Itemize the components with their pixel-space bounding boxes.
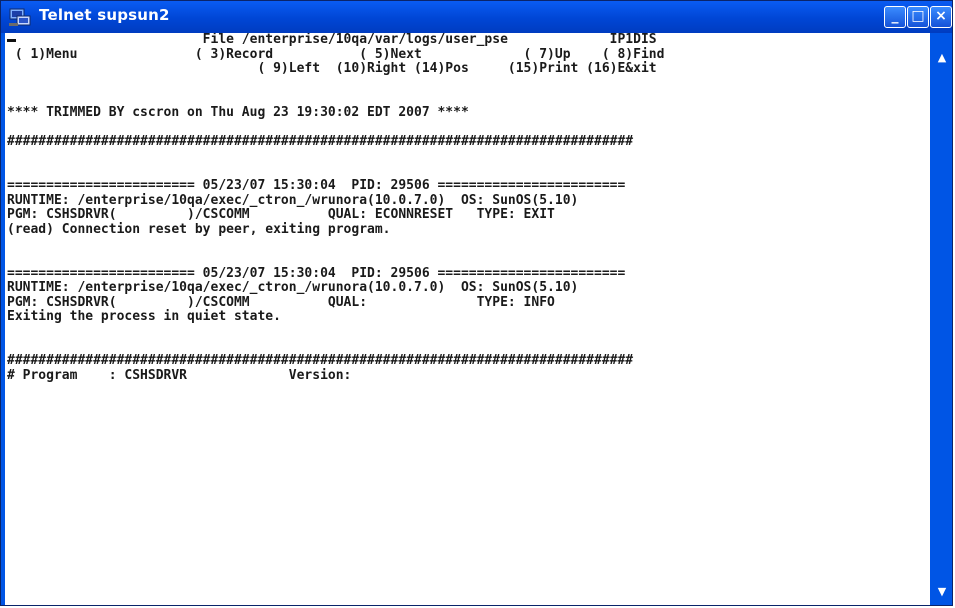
telnet-window: Telnet supsun2 _ □ × File /enterprise/10… xyxy=(0,0,953,606)
minimize-button[interactable]: _ xyxy=(884,6,906,28)
terminal-line: (read) Connection reset by peer, exiting… xyxy=(7,221,391,237)
title-bar[interactable]: Telnet supsun2 _ □ × xyxy=(1,1,952,33)
window-title: Telnet supsun2 xyxy=(39,6,170,24)
terminal-line: **** TRIMMED BY cscron on Thu Aug 23 19:… xyxy=(7,104,469,120)
terminal-line: ( 1)Menu ( 3)Record ( 5)Next ( 7)Up ( 8)… xyxy=(7,46,665,62)
terminal-line: PGM: CSHSDRVR( )/CSCOMM QUAL: ECONNRESET… xyxy=(7,207,555,223)
terminal-line: RUNTIME: /enterprise/10qa/exec/_ctron_/w… xyxy=(7,192,579,208)
terminal-line: ( 9)Left (10)Right (14)Pos (15)Print (16… xyxy=(7,61,657,77)
terminal-line: File /enterprise/10qa/var/logs/user_pse … xyxy=(7,33,657,47)
terminal-line: ======================== 05/23/07 15:30:… xyxy=(7,177,626,193)
terminal-line: ########################################… xyxy=(7,134,634,150)
telnet-app-icon xyxy=(9,8,31,26)
scroll-down-icon[interactable]: ▼ xyxy=(932,585,952,599)
terminal-line: RUNTIME: /enterprise/10qa/exec/_ctron_/w… xyxy=(7,280,579,296)
close-button[interactable]: × xyxy=(930,6,952,28)
vertical-scrollbar[interactable]: ▲ ▼ xyxy=(932,33,952,605)
terminal-screen[interactable]: File /enterprise/10qa/var/logs/user_pse … xyxy=(5,33,930,605)
terminal-line: # Program : CSHSDRVR Version: xyxy=(7,367,352,383)
terminal-line: Exiting the process in quiet state. xyxy=(7,309,281,325)
terminal-line: ======================== 05/23/07 15:30:… xyxy=(7,265,626,281)
terminal-output: File /enterprise/10qa/var/logs/user_pse … xyxy=(7,33,930,383)
scroll-up-icon[interactable]: ▲ xyxy=(932,51,952,65)
terminal-line: PGM: CSHSDRVR( )/CSCOMM QUAL: TYPE: INFO xyxy=(7,294,555,310)
terminal-line: ########################################… xyxy=(7,353,634,369)
maximize-button[interactable]: □ xyxy=(907,6,929,28)
